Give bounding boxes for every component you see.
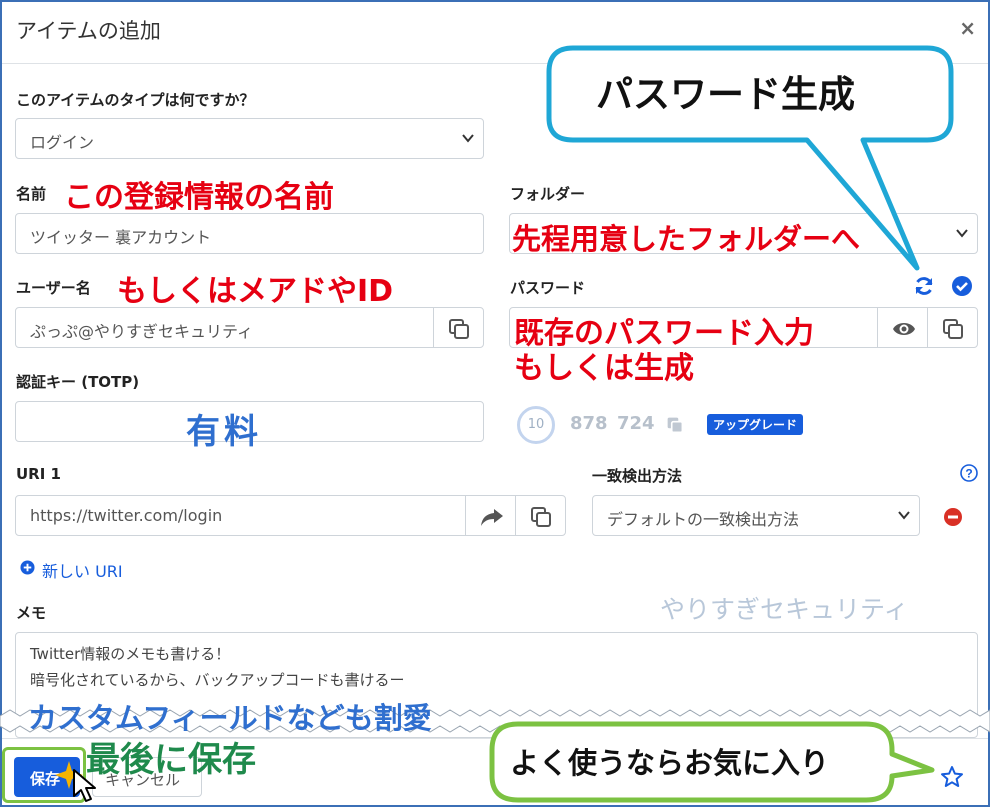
help-icon[interactable]: ? [960, 464, 978, 482]
copy-username-button[interactable] [433, 308, 483, 347]
username-annotation: もしくはメアドやID [117, 274, 394, 309]
name-label: 名前 [16, 185, 47, 203]
custom-fields-annotation: カスタムフィールドなども割愛 [28, 701, 432, 735]
totp-code-part2: 724 [617, 413, 655, 434]
chevron-down-icon [898, 511, 910, 520]
uri-label: URI 1 [16, 465, 61, 483]
totp-label: 認証キー (TOTP) [16, 373, 140, 391]
svg-text:?: ? [965, 467, 972, 481]
check-circle-icon[interactable] [951, 275, 973, 297]
uri-input-value: https://twitter.com/login [30, 506, 223, 525]
totp-annotation: 有料 [186, 412, 262, 452]
new-uri-label: 新しい URI [42, 562, 123, 581]
refresh-icon[interactable] [913, 275, 935, 297]
watermark-text: やりすぎセキュリティ [660, 595, 909, 624]
favorite-bubble-text: よく使うならお気に入り [510, 746, 830, 780]
type-label: このアイテムのタイプは何ですか？ [16, 91, 255, 109]
name-input-value: ツイッター 裏アカウント [30, 228, 212, 247]
copy-password-button[interactable] [927, 308, 977, 347]
launch-uri-button[interactable] [465, 496, 515, 535]
copy-icon [667, 417, 684, 434]
notes-label: メモ [16, 604, 47, 622]
totp-countdown-ring: 10 [517, 406, 555, 444]
type-select[interactable]: ログイン [15, 118, 484, 159]
close-icon[interactable]: × [959, 16, 976, 40]
share-arrow-icon [481, 509, 503, 526]
generate-bubble-text: パスワード生成 [596, 73, 855, 116]
copy-uri-button[interactable] [515, 496, 565, 535]
remove-uri-icon[interactable] [943, 507, 963, 527]
chevron-down-icon [462, 134, 474, 143]
match-select-value: デフォルトの一致検出方法 [607, 510, 800, 529]
notes-line-2: 暗号化されているから、バックアップコードも書けるー [30, 671, 405, 689]
eye-icon [893, 323, 915, 335]
name-input[interactable]: ツイッター 裏アカウント [15, 213, 484, 254]
favorite-star-icon[interactable] [940, 765, 964, 789]
match-label: 一致検出方法 [592, 467, 683, 485]
copy-icon [449, 319, 469, 339]
copy-icon [943, 319, 963, 339]
name-annotation: この登録情報の名前 [64, 180, 334, 215]
uri-input[interactable]: https://twitter.com/login [15, 495, 566, 536]
username-label: ユーザー名 [16, 279, 91, 297]
copy-icon [531, 507, 551, 527]
plus-circle-icon [20, 560, 35, 575]
dialog-title: アイテムの追加 [16, 19, 161, 43]
password-annotation-2: もしくは生成 [514, 351, 694, 386]
save-annotation: 最後に保存 [86, 740, 256, 780]
type-select-value: ログイン [30, 133, 95, 152]
notes-line-1: Twitter情報のメモも書ける！ [30, 645, 231, 663]
upgrade-badge[interactable]: アップグレード [707, 414, 804, 435]
password-label: パスワード [510, 279, 586, 297]
toggle-visibility-button[interactable] [877, 308, 927, 347]
totp-countdown: 10 [527, 417, 545, 432]
totp-code-part1: 878 [570, 413, 608, 434]
username-input-value: ぷっぷ@やりすぎセキュリティ [30, 322, 254, 341]
match-select[interactable]: デフォルトの一致検出方法 [592, 495, 920, 536]
username-input[interactable]: ぷっぷ@やりすぎセキュリティ [15, 307, 484, 348]
